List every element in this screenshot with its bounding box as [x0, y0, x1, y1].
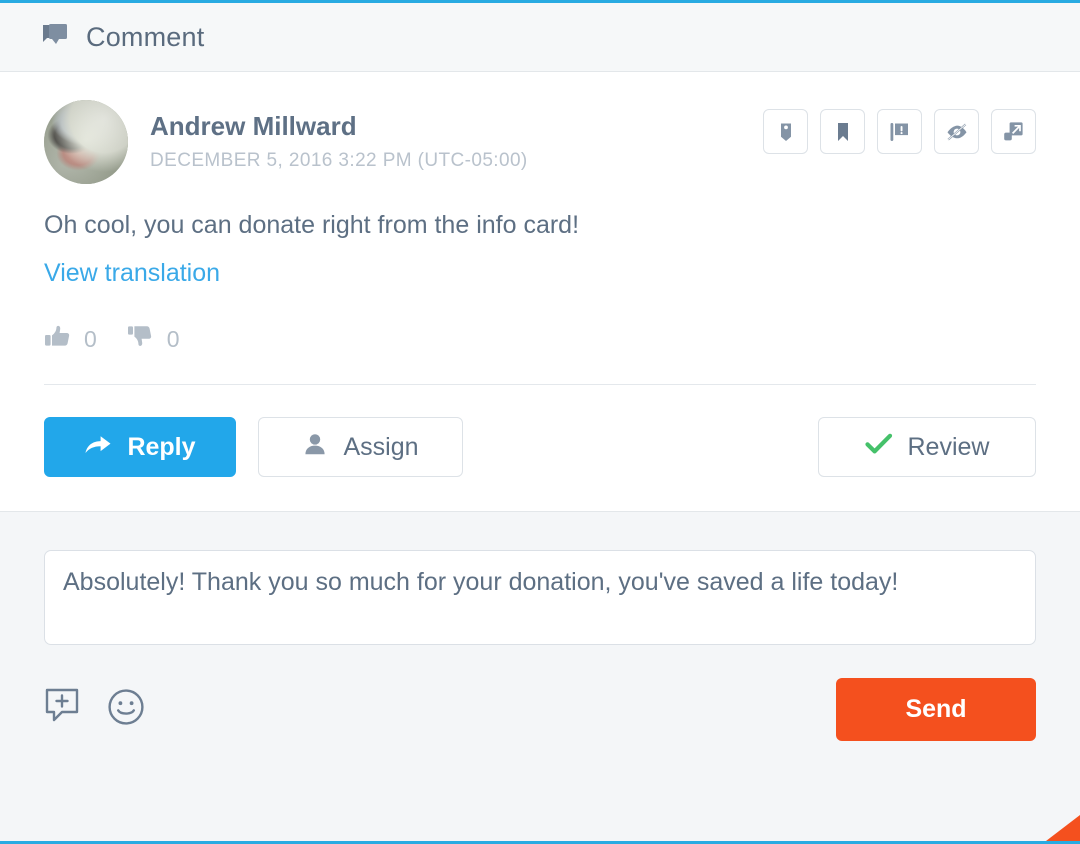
flag-button[interactable] [877, 109, 922, 154]
comment-body: Andrew Millward DECEMBER 5, 2016 3:22 PM… [0, 72, 1080, 385]
tag-button[interactable] [763, 109, 808, 154]
reply-button-label: Reply [127, 433, 195, 462]
tag-icon [775, 121, 797, 143]
comment-icon-actions [763, 109, 1036, 154]
reply-button[interactable]: Reply [44, 417, 236, 477]
thumbs-up-count: 0 [84, 326, 97, 353]
person-icon [302, 432, 328, 463]
flag-alert-icon [888, 121, 912, 143]
avatar-shading [44, 100, 128, 184]
bookmark-icon [832, 121, 854, 143]
bookmark-button[interactable] [820, 109, 865, 154]
review-button-label: Review [908, 433, 990, 462]
hide-button[interactable] [934, 109, 979, 154]
review-button[interactable]: Review [818, 417, 1036, 477]
thumbs-up-control[interactable]: 0 [44, 324, 97, 354]
reply-input[interactable] [44, 550, 1036, 645]
view-translation-link[interactable]: View translation [44, 259, 220, 288]
corner-accent [1046, 815, 1080, 841]
avatar[interactable] [44, 100, 128, 184]
thumbs-up-icon [44, 324, 71, 354]
composer-toolbar: Send [44, 678, 1036, 741]
send-button[interactable]: Send [836, 678, 1036, 741]
expand-icon [1002, 120, 1025, 143]
comment-text: Oh cool, you can donate right from the i… [44, 210, 1036, 241]
assign-button-label: Assign [343, 433, 418, 462]
thumbs-down-control[interactable]: 0 [127, 324, 180, 354]
action-row: Reply Assign Review [0, 385, 1080, 511]
comment-meta-row: Andrew Millward DECEMBER 5, 2016 3:22 PM… [44, 100, 1036, 184]
panel-header: Comment [0, 3, 1080, 72]
reply-composer: Send [0, 511, 1080, 841]
author-block: Andrew Millward DECEMBER 5, 2016 3:22 PM… [44, 100, 528, 184]
comment-panel: Comment Andrew Millward DECEMBER 5, 2016… [0, 0, 1080, 844]
emoji-icon[interactable] [106, 687, 146, 732]
check-icon [865, 433, 893, 462]
thumbs-down-icon [127, 324, 154, 354]
eye-slash-icon [945, 121, 969, 143]
comment-bubble-icon [40, 22, 70, 52]
page-title: Comment [86, 22, 204, 53]
thumbs-down-count: 0 [167, 326, 180, 353]
reply-arrow-icon [84, 433, 112, 462]
author-text: Andrew Millward DECEMBER 5, 2016 3:22 PM… [150, 112, 528, 173]
comment-timestamp: DECEMBER 5, 2016 3:22 PM (UTC-05:00) [150, 150, 528, 172]
assign-button[interactable]: Assign [258, 417, 463, 477]
vote-row: 0 0 [44, 324, 1036, 354]
composer-icon-group [44, 687, 146, 732]
author-name: Andrew Millward [150, 112, 528, 141]
add-snippet-icon[interactable] [44, 687, 84, 732]
expand-button[interactable] [991, 109, 1036, 154]
